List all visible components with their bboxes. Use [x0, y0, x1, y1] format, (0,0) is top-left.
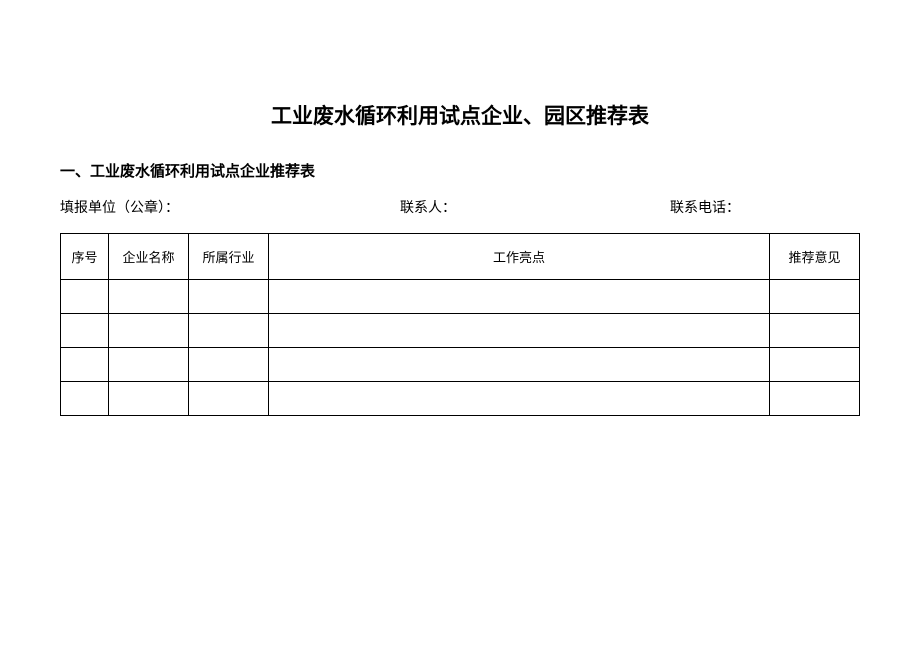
cell-opinion [770, 280, 860, 314]
phone-label: 联系电话： [670, 197, 860, 217]
cell-name [109, 314, 189, 348]
cell-opinion [770, 348, 860, 382]
cell-highlight [269, 280, 770, 314]
cell-highlight [269, 348, 770, 382]
document-page: 工业废水循环利用试点企业、园区推荐表 一、工业废水循环利用试点企业推荐表 填报单… [0, 0, 920, 416]
header-name: 企业名称 [109, 234, 189, 280]
cell-seq [61, 314, 109, 348]
recommendation-table: 序号 企业名称 所属行业 工作亮点 推荐意见 [60, 233, 860, 416]
cell-seq [61, 280, 109, 314]
cell-highlight [269, 382, 770, 416]
header-opinion: 推荐意见 [770, 234, 860, 280]
table-row [61, 348, 860, 382]
cell-industry [189, 280, 269, 314]
section-subtitle: 一、工业废水循环利用试点企业推荐表 [60, 160, 860, 181]
page-title: 工业废水循环利用试点企业、园区推荐表 [60, 100, 860, 130]
cell-industry [189, 348, 269, 382]
table-row [61, 382, 860, 416]
info-row: 填报单位（公章）： 联系人： 联系电话： [60, 197, 860, 217]
cell-highlight [269, 314, 770, 348]
cell-opinion [770, 382, 860, 416]
unit-label: 填报单位（公章）： [60, 197, 400, 217]
cell-seq [61, 382, 109, 416]
cell-name [109, 382, 189, 416]
header-highlight: 工作亮点 [269, 234, 770, 280]
table-header-row: 序号 企业名称 所属行业 工作亮点 推荐意见 [61, 234, 860, 280]
cell-seq [61, 348, 109, 382]
header-seq: 序号 [61, 234, 109, 280]
cell-industry [189, 314, 269, 348]
cell-opinion [770, 314, 860, 348]
header-industry: 所属行业 [189, 234, 269, 280]
cell-name [109, 348, 189, 382]
table-row [61, 280, 860, 314]
cell-industry [189, 382, 269, 416]
contact-label: 联系人： [400, 197, 670, 217]
cell-name [109, 280, 189, 314]
table-row [61, 314, 860, 348]
